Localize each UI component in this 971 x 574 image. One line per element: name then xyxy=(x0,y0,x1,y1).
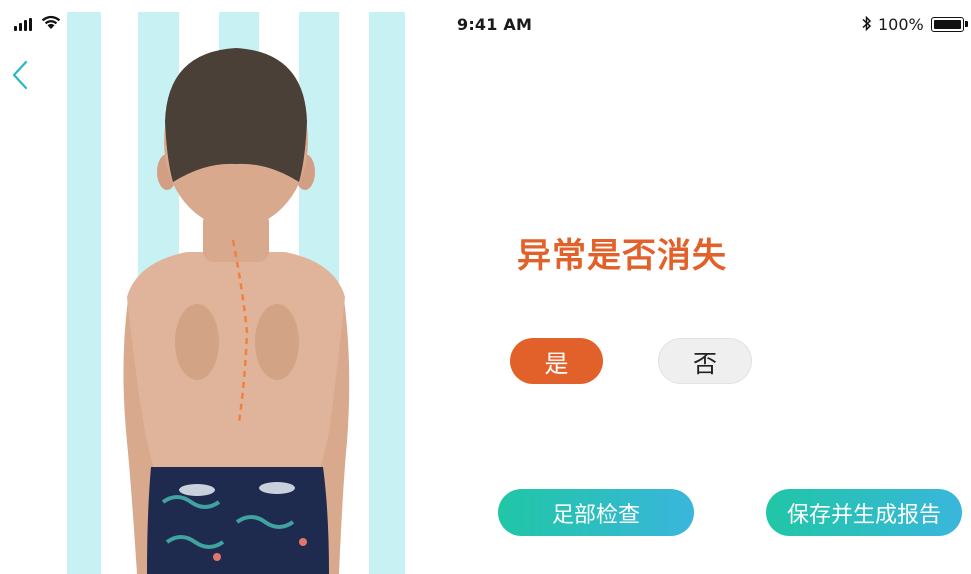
child-figure xyxy=(123,48,350,574)
option-yes-button[interactable]: 是 xyxy=(510,338,603,384)
question-title: 异常是否消失 xyxy=(517,236,727,276)
battery-percent: 100% xyxy=(878,15,924,34)
wifi-icon xyxy=(41,15,61,29)
battery-icon xyxy=(931,17,964,32)
foot-check-button[interactable]: 足部检查 xyxy=(498,489,694,536)
status-time: 9:41 AM xyxy=(457,15,533,34)
bluetooth-icon xyxy=(862,15,872,32)
save-report-button[interactable]: 保存并生成报告 xyxy=(766,489,962,536)
battery-cap xyxy=(965,21,968,27)
option-no-button[interactable]: 否 xyxy=(658,338,752,384)
signal-icon xyxy=(14,18,32,31)
chevron-left-icon[interactable] xyxy=(6,58,34,92)
posture-photo xyxy=(67,12,405,574)
